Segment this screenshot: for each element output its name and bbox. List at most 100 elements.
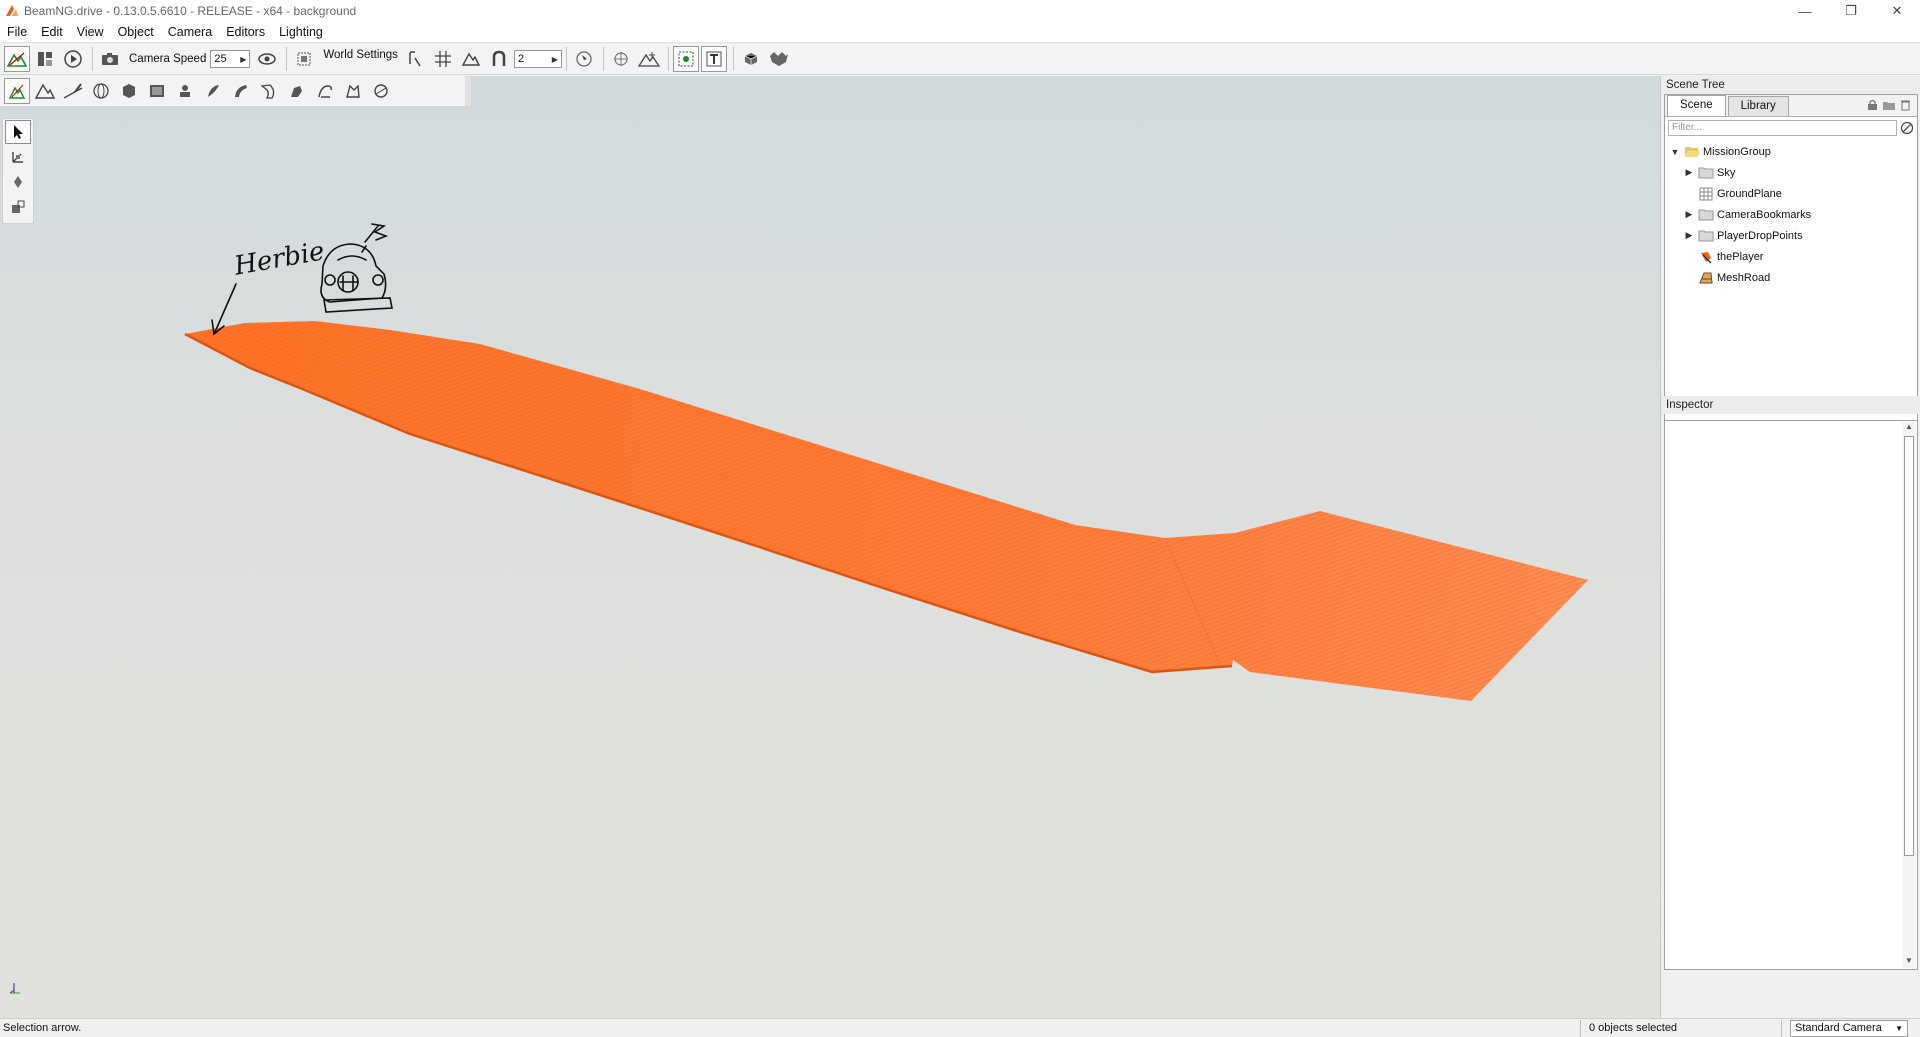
menu-file[interactable]: File (0, 25, 34, 39)
axis-gizmo-icon (9, 983, 20, 994)
forest-editor-button[interactable] (766, 46, 792, 72)
snap-rotation-button[interactable] (402, 46, 428, 72)
mesh-road[interactable] (184, 321, 1588, 701)
world-editor-button[interactable] (4, 46, 30, 72)
mesh-road-editor-tool[interactable] (256, 78, 282, 104)
decal-editor-tool[interactable] (200, 78, 226, 104)
tree-item-missiongroup[interactable]: ▼ MissionGroup (1665, 141, 1917, 162)
world-transform-button[interactable] (636, 46, 662, 72)
snap-size-field[interactable]: 2 ▶ (513, 50, 562, 68)
close-button[interactable]: ✕ (1874, 0, 1920, 22)
inspector-scrollbar[interactable]: ▲ ▼ (1902, 422, 1916, 968)
snap-magnet-button[interactable] (486, 46, 512, 72)
world-settings-label[interactable]: World Settings (323, 49, 398, 61)
camera-speed-arrow-icon[interactable]: ▶ (240, 55, 246, 64)
clear-filter-icon[interactable] (1900, 121, 1914, 135)
delete-icon[interactable] (1900, 99, 1911, 111)
lock-icon[interactable] (1867, 99, 1878, 111)
tree-item-meshroad[interactable]: MeshRoad (1665, 267, 1917, 288)
title-bar: BeamNG.drive - 0.13.0.5.6610 - RELEASE -… (0, 0, 1920, 22)
window-title: BeamNG.drive - 0.13.0.5.6610 - RELEASE -… (24, 4, 357, 18)
road-icon (1699, 272, 1713, 283)
toolbar-separator (732, 47, 734, 71)
menu-editors[interactable]: Editors (219, 25, 272, 39)
tree-item-label: GroundPlane (1717, 187, 1782, 200)
menu-camera[interactable]: Camera (161, 25, 219, 39)
scroll-up-icon[interactable]: ▲ (1902, 422, 1916, 434)
chevron-down-icon: ▼ (1895, 1023, 1903, 1033)
river-editor-tool[interactable] (284, 78, 310, 104)
shape-editor-tool[interactable] (368, 78, 394, 104)
expand-arrow-icon[interactable]: ▶ (1683, 230, 1695, 241)
menu-edit[interactable]: Edit (34, 25, 70, 39)
convex-editor-tool[interactable] (340, 78, 366, 104)
object-editor-tool[interactable] (4, 78, 30, 104)
terrain-editor-icon (7, 52, 27, 67)
menu-view[interactable]: View (70, 25, 111, 39)
menu-bar: File Edit View Object Camera Editors Lig… (0, 22, 1920, 43)
object-center-button[interactable] (608, 46, 634, 72)
cube-icon (123, 84, 135, 98)
select-arrow-tool[interactable] (5, 120, 31, 144)
tree-item-playerdroppoints[interactable]: ▶ PlayerDropPoints (1665, 225, 1917, 246)
particle-editor-tool[interactable] (172, 78, 198, 104)
inspector-header: Inspector (1661, 396, 1920, 414)
snap-grid-button[interactable] (430, 46, 456, 72)
play-game-button[interactable] (60, 46, 86, 72)
river-icon (291, 86, 302, 97)
folder-icon (1698, 167, 1714, 179)
scroll-down-icon[interactable]: ▼ (1902, 956, 1916, 968)
drop-at-camera-button[interactable] (672, 46, 699, 72)
visibility-button[interactable] (254, 46, 280, 72)
world-transform-icon (637, 52, 660, 67)
menu-lighting[interactable]: Lighting (272, 25, 330, 39)
inspector-panel[interactable]: ▲ ▼ (1664, 420, 1918, 970)
expand-arrow-icon[interactable]: ▶ (1683, 209, 1695, 220)
snap-rotation-icon (409, 51, 421, 67)
arrow-cursor-icon (14, 125, 23, 139)
scale-tool[interactable] (5, 195, 31, 219)
herbie-car-sketch (320, 223, 393, 313)
tree-item-theplayer[interactable]: thePlayer (1665, 246, 1917, 267)
minimize-button[interactable]: — (1782, 0, 1828, 22)
collapse-arrow-icon[interactable]: ▼ (1669, 147, 1681, 157)
terrain-painter-tool[interactable] (60, 78, 86, 104)
toolbar-separator (602, 47, 604, 71)
camera-speed-field[interactable]: 25 ▶ (210, 50, 251, 68)
sketch-tool[interactable] (116, 78, 142, 104)
navmesh-editor-tool[interactable] (312, 78, 338, 104)
move-tool[interactable] (5, 145, 31, 169)
scrollbar-thumb[interactable] (1904, 436, 1914, 856)
gui-editor-button[interactable] (32, 46, 58, 72)
tab-scene[interactable]: Scene (1667, 95, 1726, 116)
tree-item-groundplane[interactable]: GroundPlane (1665, 183, 1917, 204)
tree-item-label: MissionGroup (1703, 145, 1771, 158)
toolbar-grip[interactable] (465, 76, 471, 106)
expand-arrow-icon[interactable]: ▶ (1683, 167, 1695, 178)
camera-button[interactable] (97, 46, 123, 72)
tree-item-sky[interactable]: ▶ Sky (1665, 162, 1917, 183)
text-labels-button[interactable] (700, 46, 727, 72)
filter-input[interactable]: Filter... (1668, 120, 1897, 136)
tree-item-camerabookmarks[interactable]: ▶ CameraBookmarks (1665, 204, 1917, 225)
datablock-editor-tool[interactable] (144, 78, 170, 104)
tab-library[interactable]: Library (1727, 96, 1789, 116)
camera-mode-select[interactable]: Standard Camera ▼ (1790, 1019, 1908, 1037)
player-icon (1701, 251, 1712, 264)
snap-terrain-button[interactable] (458, 46, 484, 72)
material-editor-tool[interactable] (88, 78, 114, 104)
object-mesh-button[interactable] (738, 46, 764, 72)
3d-viewport[interactable]: Herbie (0, 76, 1660, 1018)
road-editor-tool[interactable] (228, 78, 254, 104)
menu-object[interactable]: Object (111, 25, 161, 39)
rotate-tool[interactable] (5, 170, 31, 194)
snap-size-arrow-icon[interactable]: ▶ (552, 55, 558, 64)
restore-button[interactable]: ❐ (1828, 0, 1874, 22)
selection-mode-button[interactable] (571, 46, 597, 72)
decal-icon (208, 85, 219, 97)
grid-snap-icon (434, 51, 451, 67)
scene-render[interactable] (0, 76, 1660, 1018)
terrain-editor-tool[interactable] (32, 78, 58, 104)
screenshot-button[interactable] (291, 46, 317, 72)
new-folder-icon[interactable] (1882, 99, 1896, 111)
